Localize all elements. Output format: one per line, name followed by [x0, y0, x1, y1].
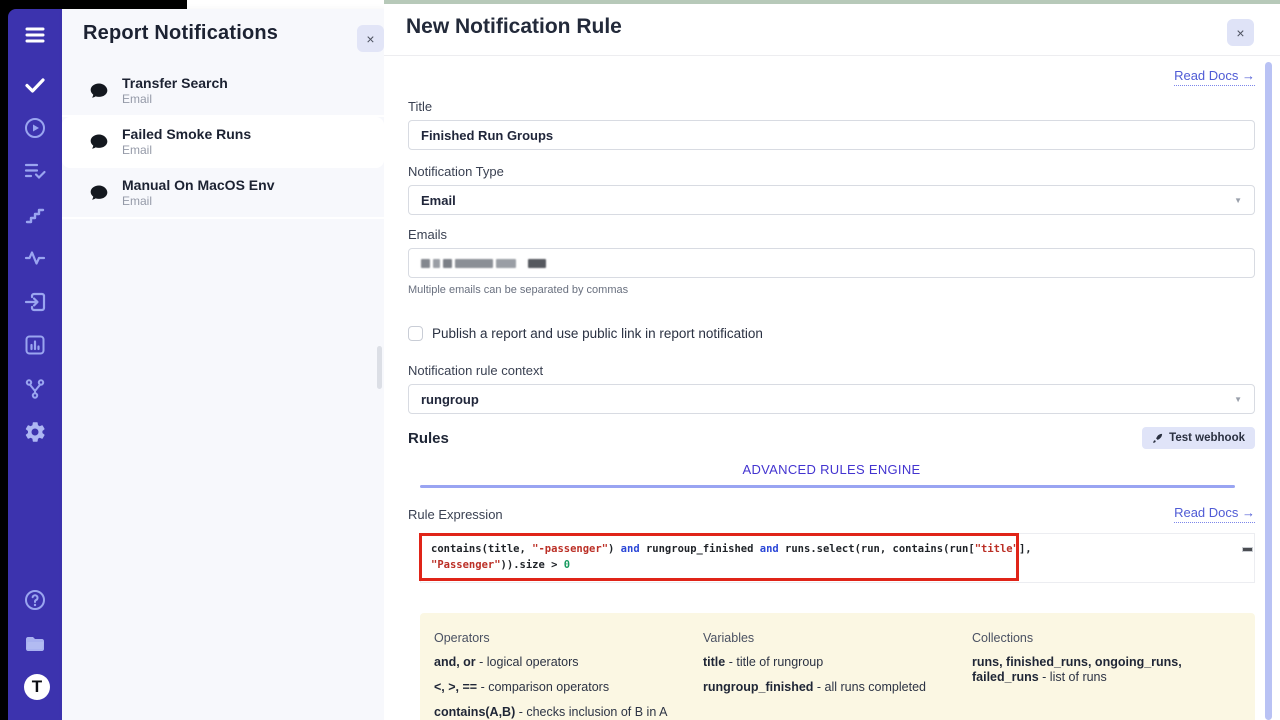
- rule-expression-code[interactable]: contains(title, "-passenger") and rungro…: [431, 541, 1244, 573]
- notification-type-select[interactable]: Email ▼: [408, 185, 1255, 215]
- page-title: New Notification Rule: [406, 15, 622, 39]
- test-webhook-button[interactable]: Test webhook: [1142, 427, 1255, 449]
- form-scroll-area: Read Docs → Title Notification Type Emai…: [384, 57, 1280, 720]
- tab-active-underline: [420, 485, 1235, 488]
- vertical-scrollbar[interactable]: [1265, 62, 1272, 720]
- list-item[interactable]: Manual On MacOS EnvEmail: [62, 168, 384, 219]
- notification-rule-list: Transfer SearchEmailFailed Smoke RunsEma…: [62, 66, 384, 219]
- rule-expression-label: Rule Expression: [408, 507, 503, 522]
- list-check-icon[interactable]: [23, 159, 47, 183]
- rule-title: Transfer Search: [122, 75, 228, 92]
- test-webhook-label: Test webhook: [1169, 432, 1245, 444]
- main-close-button[interactable]: ×: [1227, 19, 1254, 46]
- steps-icon[interactable]: [23, 203, 47, 227]
- drawer-title: Report Notifications: [83, 22, 278, 45]
- chat-bubble-icon: [89, 81, 109, 101]
- drawer-close-button[interactable]: ×: [357, 25, 384, 52]
- rules-heading: Rules: [408, 430, 449, 447]
- notification-type-label: Notification Type: [408, 164, 1255, 179]
- emails-label: Emails: [408, 227, 1255, 242]
- rule-subtitle: Email: [122, 143, 251, 158]
- notifications-drawer: Report Notifications × Transfer SearchEm…: [62, 9, 384, 720]
- chevron-down-icon: ▼: [1234, 196, 1242, 205]
- app-window: T Report Notifications × Transfer Search…: [0, 0, 1280, 720]
- help-line: contains(A,B) - checks inclusion of B in…: [434, 705, 703, 720]
- title-label: Title: [408, 99, 1255, 114]
- expression-help-box: Operators and, or - logical operators <, >…: [420, 613, 1255, 720]
- editor-resize-handle[interactable]: [1242, 547, 1253, 552]
- help-column-operators: Operators and, or - logical operators <, >…: [434, 631, 703, 720]
- main-panel: New Notification Rule × Read Docs → Titl…: [384, 0, 1280, 720]
- emails-input[interactable]: [408, 248, 1255, 278]
- help-line: and, or - logical operators: [434, 655, 703, 670]
- context-value: rungroup: [421, 392, 479, 407]
- check-icon[interactable]: [23, 73, 47, 97]
- help-icon[interactable]: [23, 588, 47, 612]
- redacted-email-value: [421, 259, 546, 268]
- app-logo[interactable]: T: [24, 674, 50, 700]
- rule-expression-row: Rule Expression Read Docs →: [408, 505, 1255, 523]
- read-docs-link-top[interactable]: Read Docs →: [1174, 68, 1255, 86]
- folder-icon[interactable]: [23, 632, 47, 656]
- notification-type-value: Email: [421, 193, 456, 208]
- close-icon: ×: [366, 31, 374, 47]
- help-line: runs, finished_runs, ongoing_runs, faile…: [972, 655, 1241, 685]
- rule-subtitle: Email: [122, 194, 274, 209]
- rule-subtitle: Email: [122, 92, 228, 107]
- emails-helper-text: Multiple emails can be separated by comm…: [408, 284, 1255, 296]
- docs-row: Read Docs →: [408, 57, 1255, 85]
- icon-sidebar: T: [8, 9, 62, 720]
- publish-checkbox[interactable]: [408, 326, 423, 341]
- chat-bubble-icon: [89, 132, 109, 152]
- context-label: Notification rule context: [408, 363, 1255, 378]
- rule-title: Failed Smoke Runs: [122, 126, 251, 143]
- help-column-title: Collections: [972, 631, 1241, 645]
- hamburger-menu-icon[interactable]: [23, 23, 47, 47]
- top-black-band: [0, 0, 187, 9]
- help-line: title - title of rungroup: [703, 655, 972, 670]
- main-header: New Notification Rule ×: [384, 4, 1280, 56]
- title-input[interactable]: [408, 120, 1255, 150]
- read-docs-link-rules[interactable]: Read Docs →: [1174, 505, 1255, 523]
- help-column-collections: Collections runs, finished_runs, ongoing_…: [972, 631, 1241, 720]
- activity-icon[interactable]: [23, 246, 47, 270]
- chevron-down-icon: ▼: [1234, 395, 1242, 404]
- help-line: <, >, == - comparison operators: [434, 680, 703, 695]
- rule-title: Manual On MacOS Env: [122, 177, 274, 194]
- branch-icon[interactable]: [23, 377, 47, 401]
- help-line: rungroup_finished - all runs completed: [703, 680, 972, 695]
- list-item[interactable]: Transfer SearchEmail: [62, 66, 384, 117]
- rule-expression-editor[interactable]: contains(title, "-passenger") and rungro…: [420, 533, 1255, 583]
- help-column-variables: Variables title - title of rungroup rungro…: [703, 631, 972, 720]
- publish-checkbox-row: Publish a report and use public link in …: [408, 326, 1255, 341]
- play-icon[interactable]: [23, 116, 47, 140]
- sign-in-icon[interactable]: [23, 290, 47, 314]
- bar-chart-icon[interactable]: [23, 333, 47, 357]
- close-icon: ×: [1236, 25, 1244, 41]
- publish-checkbox-label: Publish a report and use public link in …: [432, 326, 763, 341]
- list-item[interactable]: Failed Smoke RunsEmail: [62, 117, 384, 168]
- gear-icon[interactable]: [23, 420, 47, 444]
- tab-advanced-rules-engine[interactable]: ADVANCED RULES ENGINE: [408, 462, 1255, 477]
- help-column-title: Variables: [703, 631, 972, 645]
- chat-bubble-icon: [89, 183, 109, 203]
- context-select[interactable]: rungroup ▼: [408, 384, 1255, 414]
- rules-header-row: Rules Test webhook: [408, 427, 1255, 449]
- rocket-icon: [1152, 433, 1163, 444]
- top-white-band: [187, 0, 384, 9]
- help-column-title: Operators: [434, 631, 703, 645]
- drawer-scroll-handle[interactable]: [377, 346, 382, 389]
